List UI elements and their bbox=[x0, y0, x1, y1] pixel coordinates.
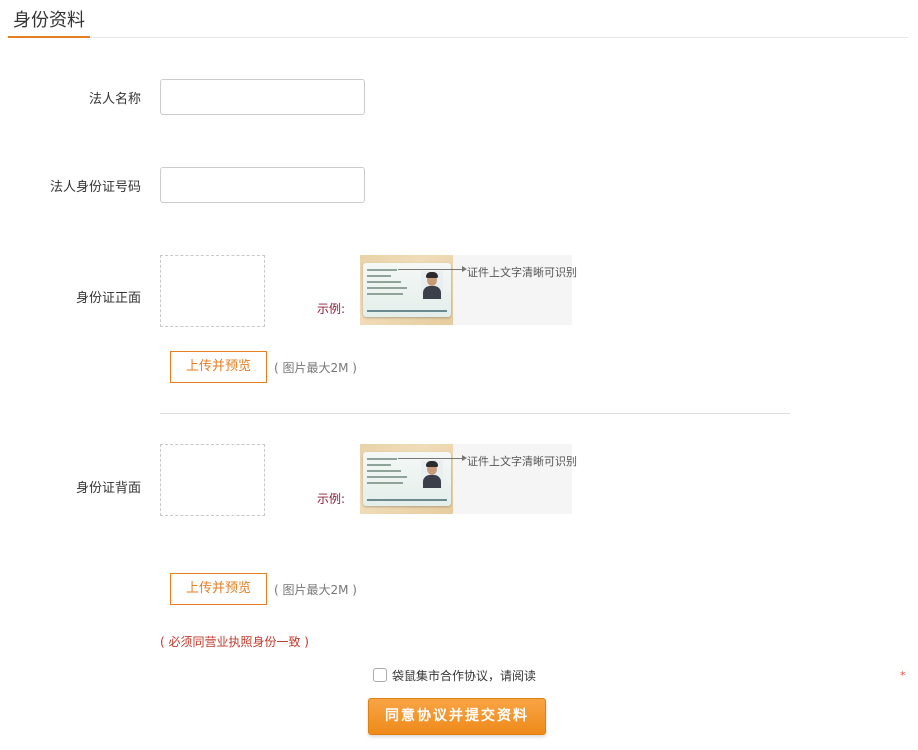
id-back-size-note: ( 图片最大2M ) bbox=[274, 583, 357, 597]
id-front-upload-button[interactable]: 上传并预览 bbox=[170, 351, 267, 383]
id-card-photo bbox=[360, 255, 453, 325]
id-front-example-label: 示例: bbox=[317, 302, 346, 316]
id-front-upload-preview[interactable] bbox=[160, 255, 265, 327]
section-title: 身份资料 bbox=[8, 8, 90, 38]
id-front-example-image: 证件上文字清晰可识别 bbox=[360, 255, 577, 325]
agreement-row: 袋鼠集市合作协议，请阅读 bbox=[373, 666, 536, 684]
agree-submit-button[interactable]: 同意协议并提交资料 bbox=[368, 698, 546, 735]
id-card-graphic bbox=[363, 452, 451, 506]
legal-id-label: 法人身份证号码 bbox=[49, 180, 141, 195]
id-back-example-label: 示例: bbox=[317, 492, 346, 506]
id-back-example-image: 证件上文字清晰可识别 bbox=[360, 444, 577, 514]
agreement-link[interactable]: 袋鼠集市合作协议，请阅读 bbox=[392, 667, 536, 684]
portrait-icon bbox=[421, 271, 443, 299]
id-back-example-caption: 证件上文字清晰可识别 bbox=[467, 455, 577, 468]
id-front-example-caption: 证件上文字清晰可识别 bbox=[467, 266, 577, 279]
legal-id-input[interactable] bbox=[160, 167, 365, 203]
portrait-icon bbox=[421, 460, 443, 488]
id-card-photo bbox=[360, 444, 453, 514]
id-back-upload-button[interactable]: 上传并预览 bbox=[170, 573, 267, 605]
id-front-size-note: ( 图片最大2M ) bbox=[274, 361, 357, 375]
id-card-graphic bbox=[363, 263, 451, 317]
agreement-checkbox[interactable] bbox=[373, 668, 387, 682]
section-header: 身份资料 bbox=[8, 8, 908, 38]
legal-name-input[interactable] bbox=[160, 79, 365, 115]
legal-name-label: 法人名称 bbox=[88, 92, 141, 107]
consistency-warning: ( 必须同营业执照身份一致 ) bbox=[160, 635, 309, 649]
required-mark: * bbox=[900, 669, 906, 682]
id-front-label: 身份证正面 bbox=[75, 291, 141, 306]
pointer-line bbox=[398, 458, 464, 459]
divider bbox=[160, 413, 790, 414]
pointer-line bbox=[398, 269, 464, 270]
id-back-upload-preview[interactable] bbox=[160, 444, 265, 516]
id-back-label: 身份证背面 bbox=[75, 481, 141, 496]
